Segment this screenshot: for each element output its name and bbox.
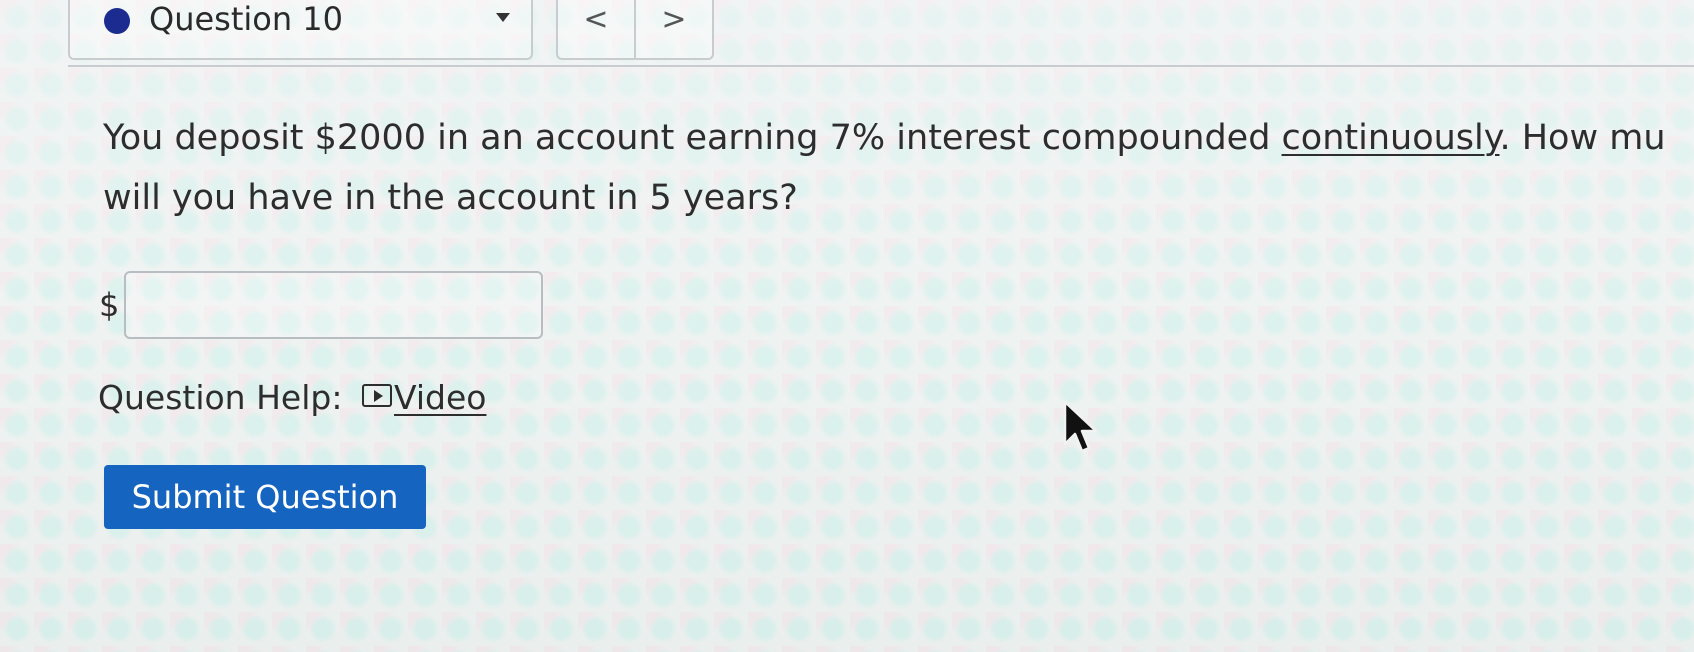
video-help-link[interactable]: Video (362, 378, 486, 417)
answer-input[interactable] (124, 271, 543, 339)
question-text-part2: . How mu (1499, 118, 1666, 158)
next-question-button[interactable]: > (636, 0, 712, 58)
emphasized-term: continuously (1281, 118, 1500, 158)
caret-down-icon[interactable] (496, 13, 510, 22)
currency-symbol: $ (99, 286, 120, 324)
question-label: Question 10 (149, 0, 344, 38)
submit-question-button[interactable]: Submit Question (104, 465, 426, 529)
question-line-1: You deposit $2000 in an account earning … (103, 108, 1694, 168)
video-link-label: Video (394, 378, 487, 417)
status-dot-icon (104, 8, 130, 34)
previous-question-button[interactable]: < (558, 0, 636, 58)
play-icon (362, 384, 392, 407)
question-help: Question Help: Video (98, 378, 486, 417)
question-nav: < > (556, 0, 714, 60)
question-text-part1: You deposit $2000 in an account earning … (103, 118, 1282, 158)
question-select[interactable]: Question 10 (68, 0, 533, 60)
question-help-label: Question Help: (98, 378, 343, 417)
mouse-pointer-icon (1063, 400, 1098, 453)
question-text: You deposit $2000 in an account earning … (103, 108, 1694, 228)
divider (68, 65, 1694, 67)
question-line-2: will you have in the account in 5 years? (103, 178, 798, 218)
